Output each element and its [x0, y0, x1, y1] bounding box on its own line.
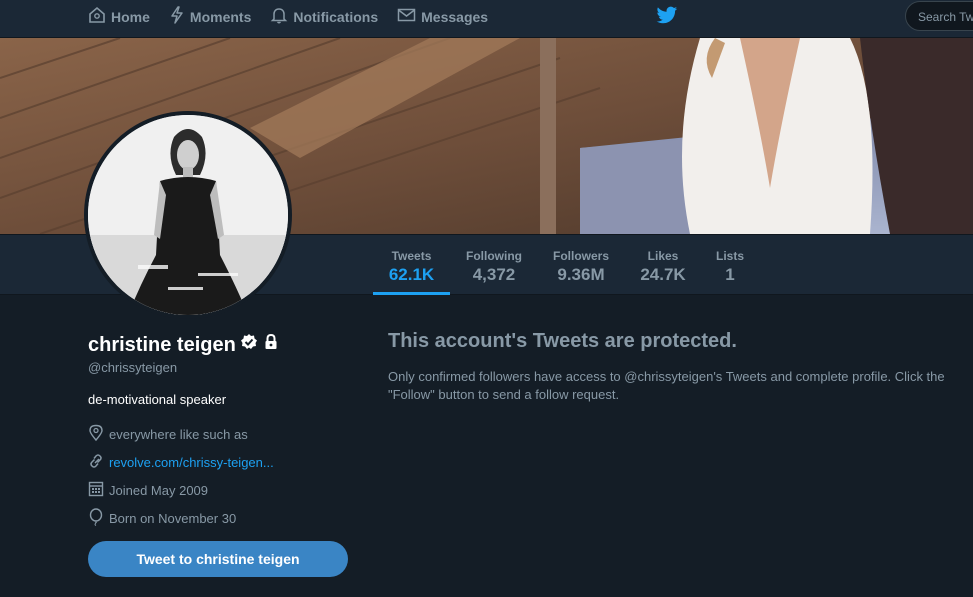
lock-icon — [258, 333, 280, 357]
profile-name-text: christine teigen — [88, 333, 236, 356]
avatar-photo — [88, 115, 288, 315]
location-pin-icon — [88, 424, 109, 445]
stat-followers-value: 9.36M — [557, 265, 605, 284]
stat-tweets-value: 62.1K — [388, 265, 435, 284]
twitter-bird-icon[interactable] — [656, 6, 678, 30]
profile-bio: de-motivational speaker — [88, 392, 227, 407]
calendar-icon — [88, 480, 109, 501]
nav-moments-label: Moments — [189, 8, 252, 25]
nav-notifications[interactable]: Notifications — [270, 0, 378, 33]
envelope-icon — [397, 6, 421, 27]
lightning-icon — [169, 6, 190, 27]
stat-likes[interactable]: Likes 24.7K — [635, 235, 691, 295]
stat-likes-label: Likes — [647, 249, 679, 263]
avatar[interactable] — [84, 111, 292, 319]
profile-joined: Joined May 2009 — [88, 480, 208, 501]
protected-title: This account's Tweets are protected. — [388, 330, 737, 352]
stat-following-label: Following — [466, 249, 522, 263]
nav-home[interactable]: Home — [88, 0, 150, 33]
main-nav: Home Moments Notifications Messages — [88, 0, 507, 33]
website-link[interactable]: revolve.com/chrissy-teigen... — [109, 455, 274, 470]
profile-name: christine teigen — [88, 333, 280, 357]
search-input[interactable]: Search Twitter — [905, 1, 973, 31]
tweet-to-button[interactable]: Tweet to christine teigen — [88, 541, 348, 577]
profile-location: everywhere like such as — [88, 424, 248, 445]
profile-birthday: Born on November 30 — [88, 508, 236, 529]
stat-tweets[interactable]: Tweets 62.1K — [373, 235, 450, 295]
stat-lists-label: Lists — [715, 249, 744, 263]
link-icon — [88, 452, 109, 473]
birthday-text: Born on November 30 — [109, 511, 237, 526]
nav-messages-label: Messages — [421, 8, 489, 25]
bell-icon — [270, 6, 293, 27]
home-icon — [88, 6, 111, 27]
nav-home-label: Home — [111, 8, 150, 25]
stat-followers[interactable]: Followers 9.36M — [549, 235, 613, 295]
nav-messages[interactable]: Messages — [397, 0, 488, 33]
nav-moments[interactable]: Moments — [169, 0, 251, 33]
profile-website: revolve.com/chrissy-teigen... — [88, 452, 274, 473]
stat-following[interactable]: Following 4,372 — [461, 235, 527, 295]
verified-badge-icon — [236, 333, 258, 357]
balloon-icon — [88, 508, 109, 529]
top-navigation-bar: Home Moments Notifications Messages Sear… — [0, 0, 973, 38]
profile-handle[interactable]: @chrissyteigen — [88, 360, 177, 375]
stat-lists[interactable]: Lists 1 — [713, 235, 747, 295]
stat-lists-value: 1 — [725, 265, 735, 284]
stat-tweets-label: Tweets — [391, 249, 432, 263]
stat-followers-label: Followers — [552, 249, 609, 263]
nav-notifications-label: Notifications — [293, 8, 379, 25]
stat-likes-value: 24.7K — [640, 265, 686, 284]
stat-following-value: 4,372 — [472, 265, 516, 284]
location-text: everywhere like such as — [109, 427, 248, 442]
joined-text: Joined May 2009 — [109, 483, 209, 498]
protected-message: Only confirmed followers have access to … — [388, 369, 945, 402]
